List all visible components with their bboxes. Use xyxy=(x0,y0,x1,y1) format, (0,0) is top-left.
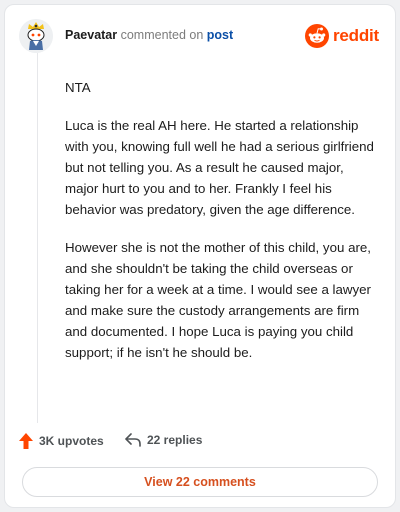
comment-body: NTA Luca is the real AH here. He started… xyxy=(65,77,375,380)
upvote-button[interactable]: 3K upvotes xyxy=(19,433,104,449)
comment-paragraph: Luca is the real AH here. He started a r… xyxy=(65,118,374,217)
post-link[interactable]: post xyxy=(207,28,233,42)
avatar[interactable] xyxy=(19,19,53,53)
view-comments-button[interactable]: View 22 comments xyxy=(22,467,378,497)
comment-card: Paevatar commented on post reddit NTA Lu… xyxy=(4,4,396,508)
action-text: commented on xyxy=(120,28,204,42)
reddit-logo[interactable]: reddit xyxy=(304,23,379,49)
comment-header: Paevatar commented on post reddit xyxy=(19,19,383,55)
comment-meta: Paevatar commented on post xyxy=(65,28,233,42)
comment-actions: 3K upvotes 22 replies xyxy=(19,433,383,453)
reply-count: 22 replies xyxy=(147,433,203,447)
username-link[interactable]: Paevatar xyxy=(65,28,117,42)
upvote-count: 3K upvotes xyxy=(39,434,104,448)
comment-paragraph: However she is not the mother of this ch… xyxy=(65,240,371,360)
upvote-arrow-icon xyxy=(19,433,33,449)
avatar-icon xyxy=(19,19,53,53)
reply-arrow-icon xyxy=(125,433,141,447)
replies-button[interactable]: 22 replies xyxy=(125,433,202,447)
comment-paragraph: NTA xyxy=(65,80,91,95)
reddit-wordmark: reddit xyxy=(332,26,379,45)
reddit-snoo-icon xyxy=(304,24,329,48)
thread-line xyxy=(37,53,38,423)
